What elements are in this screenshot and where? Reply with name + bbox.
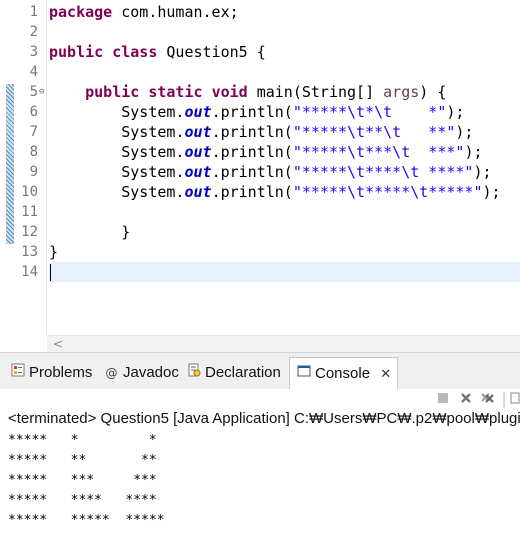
code-line-10: System.out.println("*****\t*****\t*****"… bbox=[49, 182, 520, 202]
tab-javadoc[interactable]: @ Javadoc bbox=[104, 359, 179, 387]
keyword-public: public bbox=[49, 43, 104, 61]
code-line-9: System.out.println("*****\t****\t ****")… bbox=[49, 162, 520, 182]
pin-console-icon[interactable] bbox=[510, 392, 520, 408]
tab-label: Console bbox=[315, 365, 371, 382]
string-literal: "*****\t*\t *" bbox=[292, 103, 447, 121]
tab-label: Javadoc bbox=[123, 364, 179, 381]
line-number: 5 bbox=[29, 84, 38, 100]
code-text: ); bbox=[464, 143, 483, 161]
line-number: 2 bbox=[29, 24, 38, 40]
code-line-6: System.out.println("*****\t*\t *"); bbox=[49, 102, 520, 122]
code-line-14-current[interactable] bbox=[49, 262, 520, 282]
code-text: .println( bbox=[211, 123, 293, 141]
static-field: out bbox=[184, 183, 212, 201]
line-number-gutter: 1 2 3 4 5 ⊖ 6 7 8 9 10 11 12 13 14 bbox=[14, 0, 46, 352]
console-output-line: ***** **** **** bbox=[8, 493, 157, 508]
code-text: com.human.ex; bbox=[112, 3, 239, 21]
tab-console[interactable]: Console ✕ bbox=[289, 357, 399, 390]
console-toolbar bbox=[0, 389, 520, 411]
code-text: System. bbox=[49, 123, 185, 141]
line-number: 3 bbox=[29, 44, 38, 60]
keyword-void: void bbox=[211, 83, 248, 101]
tab-label: Declaration bbox=[205, 364, 281, 381]
views-tab-bar: Problems @ Javadoc Declaration Console ✕ bbox=[0, 353, 520, 390]
terminate-icon[interactable] bbox=[435, 392, 451, 408]
code-text: .println( bbox=[211, 163, 293, 181]
code-text: System. bbox=[49, 143, 185, 161]
remove-all-terminated-icon[interactable] bbox=[480, 392, 496, 408]
console-icon bbox=[296, 358, 311, 390]
line-number: 4 bbox=[29, 64, 38, 80]
code-text: Question5 { bbox=[157, 43, 266, 61]
line-number: 12 bbox=[21, 224, 38, 240]
static-field: out bbox=[184, 103, 212, 121]
keyword-static: static bbox=[148, 83, 203, 101]
gutter-divider bbox=[46, 0, 47, 335]
code-line-7: System.out.println("*****\t**\t **"); bbox=[49, 122, 520, 142]
static-field: out bbox=[184, 163, 212, 181]
code-text: ); bbox=[482, 183, 501, 201]
line-number: 7 bbox=[29, 124, 38, 140]
string-literal: "*****\t****\t ****" bbox=[292, 163, 474, 181]
code-line-3: public class Question5 { bbox=[49, 42, 520, 62]
line-number: 6 bbox=[29, 104, 38, 120]
string-literal: "*****\t*****\t*****" bbox=[292, 183, 483, 201]
code-text: .println( bbox=[211, 143, 293, 161]
line-number: 13 bbox=[21, 244, 38, 260]
code-text: System. bbox=[49, 163, 185, 181]
line-number: 1 bbox=[29, 4, 38, 20]
console-status-line: <terminated> Question5 [Java Application… bbox=[8, 410, 520, 427]
console-output-line: ***** * * bbox=[8, 433, 157, 448]
tab-declaration[interactable]: Declaration bbox=[186, 359, 281, 387]
code-text: .println( bbox=[211, 103, 293, 121]
line-number: 14 bbox=[21, 264, 38, 280]
code-text: ); bbox=[473, 163, 492, 181]
tab-problems[interactable]: Problems bbox=[10, 359, 92, 387]
tab-label: Problems bbox=[29, 364, 93, 381]
problems-icon bbox=[10, 359, 25, 387]
fold-collapse-icon[interactable]: ⊖ bbox=[39, 82, 44, 102]
console-output-line: ***** ***** ***** bbox=[8, 513, 165, 528]
javadoc-icon: @ bbox=[105, 366, 118, 380]
line-number: 8 bbox=[29, 144, 38, 160]
code-line-8: System.out.println("*****\t***\t ***"); bbox=[49, 142, 520, 162]
static-field: out bbox=[184, 143, 212, 161]
declaration-icon bbox=[186, 359, 201, 387]
code-line-5: public static void main(String[] args) { bbox=[49, 82, 520, 102]
toolbar-separator bbox=[503, 392, 505, 408]
code-line-1: package com.human.ex; bbox=[49, 2, 520, 22]
scroll-left-arrow-icon[interactable]: < bbox=[53, 336, 63, 352]
code-text: System. bbox=[49, 103, 185, 121]
string-literal: "*****\t**\t **" bbox=[292, 123, 456, 141]
horizontal-scrollbar[interactable]: < bbox=[47, 335, 520, 353]
keyword-public: public bbox=[85, 83, 140, 101]
parameter-name: args bbox=[383, 83, 420, 101]
console-output-line: ***** ** ** bbox=[8, 453, 157, 468]
code-line-12: } bbox=[49, 223, 131, 241]
code-text: ); bbox=[455, 123, 474, 141]
code-text: System. bbox=[49, 183, 185, 201]
bottom-views-panel: Problems @ Javadoc Declaration Console ✕ … bbox=[0, 352, 520, 541]
close-tab-icon[interactable]: ✕ bbox=[380, 367, 391, 382]
line-number: 9 bbox=[29, 164, 38, 180]
keyword-package: package bbox=[49, 3, 113, 21]
static-field: out bbox=[184, 123, 212, 141]
remove-launch-icon[interactable] bbox=[458, 392, 474, 408]
line-number: 10 bbox=[21, 184, 38, 200]
code-editor[interactable]: 1 2 3 4 5 ⊖ 6 7 8 9 10 11 12 13 14 packa… bbox=[0, 0, 520, 353]
code-text: main(String[] bbox=[247, 83, 384, 101]
console-output-line: ***** *** *** bbox=[8, 473, 157, 488]
code-text: ) { bbox=[419, 83, 447, 101]
code-text: .println( bbox=[211, 183, 293, 201]
code-text: ); bbox=[446, 103, 465, 121]
console-output[interactable]: ***** * * ***** ** ** ***** *** *** ****… bbox=[8, 431, 165, 531]
code-line-13: } bbox=[49, 243, 59, 261]
string-literal: "*****\t***\t ***" bbox=[292, 143, 465, 161]
line-number: 11 bbox=[21, 204, 38, 220]
text-caret bbox=[50, 264, 51, 281]
keyword-class: class bbox=[112, 43, 158, 61]
